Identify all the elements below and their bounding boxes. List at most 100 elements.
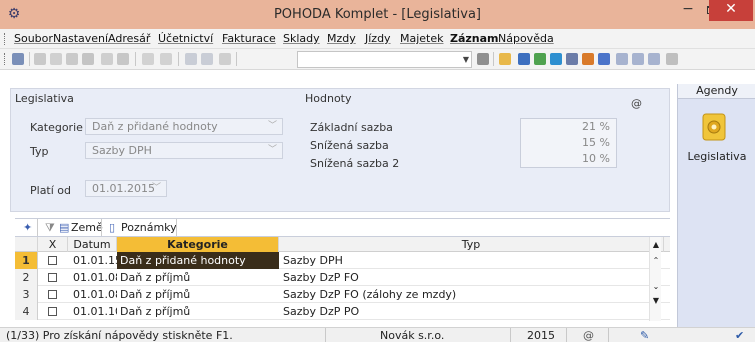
menu-napoveda[interactable]: Nápověda xyxy=(498,32,554,45)
toolbar-blue-icon[interactable] xyxy=(518,53,530,65)
hodnoty-value: 21 % xyxy=(582,120,610,133)
column-header-typ[interactable]: Typ xyxy=(279,237,664,252)
close-button[interactable]: ✕ xyxy=(709,0,753,21)
menu-ucetnictvi[interactable]: Účetnictví xyxy=(158,32,213,45)
toolbar-folder-icon[interactable] xyxy=(499,53,511,65)
tab-poznamky-icon: ▯ xyxy=(109,221,116,234)
menu-sklady[interactable]: Sklady xyxy=(283,32,320,45)
minimize-button[interactable]: − xyxy=(677,0,699,21)
row-number: 4 xyxy=(15,303,38,320)
toolbar-separator xyxy=(493,52,494,66)
scroll-first-icon[interactable]: ▲ xyxy=(650,239,662,251)
chevron-down-icon: ﹀ xyxy=(267,121,277,131)
tab-zeme[interactable]: Země xyxy=(71,221,103,234)
cell-kategorie: Daň z příjmů xyxy=(120,305,191,318)
toolbar-filter-icon[interactable] xyxy=(477,53,489,65)
row-checkbox[interactable] xyxy=(48,290,57,299)
toolbar-undo-icon[interactable] xyxy=(219,53,231,65)
menu-zaznam[interactable]: Záznam xyxy=(450,32,499,45)
status-help-text: (1/33) Pro získání nápovědy stiskněte F1… xyxy=(6,329,233,342)
toolbar-first-icon[interactable] xyxy=(12,53,24,65)
column-header-kategorie[interactable]: Kategorie xyxy=(117,237,279,252)
table-row[interactable]: 1 01.01.15 Daň z přidané hodnoty Sazby D… xyxy=(15,252,670,269)
toolbar-grid-icon[interactable] xyxy=(550,53,562,65)
toolbar-separator xyxy=(236,52,237,66)
kategorie-label: Kategorie xyxy=(30,121,83,134)
tab-filter-icon[interactable]: ⧩ xyxy=(45,221,55,235)
menu-jizdy[interactable]: Jízdy xyxy=(365,32,391,45)
toolbar-save-all-icon[interactable] xyxy=(201,53,213,65)
toolbar-edit-icon[interactable] xyxy=(117,53,129,65)
title-bar: ⚙ POHODA Komplet - [Legislativa] − ✕ xyxy=(0,0,755,29)
toolbar-table-icon[interactable] xyxy=(566,53,578,65)
plati-od-combo[interactable]: 01.01.2015 ﹀ xyxy=(85,180,167,197)
menu-soubor[interactable]: Soubor xyxy=(14,32,53,45)
toolbar-grip-handle[interactable] xyxy=(4,53,7,65)
toolbar-orange-icon[interactable] xyxy=(582,53,594,65)
toolbar-filter-combo[interactable]: ▼ xyxy=(297,51,472,68)
toolbar-document-icon[interactable] xyxy=(101,53,113,65)
hodnoty-values-box: 21 % 15 % 10 % xyxy=(520,118,617,168)
status-pen-icon[interactable]: ✎ xyxy=(640,329,649,342)
tab-poznamky[interactable]: Poznámky xyxy=(121,221,177,234)
column-header-x[interactable]: X xyxy=(38,237,68,252)
toolbar-view2-icon[interactable] xyxy=(632,53,644,65)
menu-grip-handle[interactable] xyxy=(4,33,7,45)
status-bar: (1/33) Pro získání nápovědy stiskněte F1… xyxy=(0,327,755,342)
status-check-icon[interactable]: ✔ xyxy=(735,329,744,342)
menu-nastaveni[interactable]: Nastavení xyxy=(53,32,108,45)
window-title: POHODA Komplet - [Legislativa] xyxy=(273,7,482,22)
scroll-down-icon[interactable]: ⌄ xyxy=(650,281,662,293)
kategorie-combo[interactable]: Daň z přidané hodnoty ﹀ xyxy=(85,118,283,135)
menu-fakturace[interactable]: Fakturace xyxy=(222,32,276,45)
table-scrollbar[interactable]: ▲ ⌃ ⌄ ▼ xyxy=(649,237,661,321)
typ-value: Sazby DPH xyxy=(92,144,152,157)
toolbar-find-icon[interactable] xyxy=(66,53,78,65)
at-icon[interactable]: @ xyxy=(631,97,643,110)
column-header-datum[interactable]: Datum xyxy=(68,237,117,252)
cell-kategorie: Daň z přidané hodnoty xyxy=(117,252,279,269)
detail-tabs-bar: ✦ ⧩ ▤ Země ▯ Poznámky xyxy=(15,218,670,237)
toolbar-green-icon[interactable] xyxy=(534,53,546,65)
scroll-up-icon[interactable]: ⌃ xyxy=(650,255,662,267)
menu-adresar[interactable]: Adresář xyxy=(108,32,150,45)
tab-separator xyxy=(37,219,38,236)
cell-typ: Sazby DzP FO xyxy=(283,271,359,284)
status-separator xyxy=(325,328,326,342)
cell-datum: 01.01.08 xyxy=(73,271,117,284)
toolbar-view3-icon[interactable] xyxy=(648,53,660,65)
toolbar-add-icon[interactable] xyxy=(142,53,154,65)
menu-majetek[interactable]: Majetek xyxy=(400,32,444,45)
cell-typ: Sazby DPH xyxy=(283,254,343,267)
agendy-panel: Agendy Legislativa xyxy=(677,84,755,327)
toolbar-save-icon[interactable] xyxy=(185,53,197,65)
typ-combo[interactable]: Sazby DPH ﹀ xyxy=(85,142,283,159)
menu-mzdy[interactable]: Mzdy xyxy=(327,32,356,45)
status-separator xyxy=(566,328,567,342)
toolbar-ban-icon[interactable] xyxy=(598,53,610,65)
cell-datum: 01.01.08 xyxy=(73,288,117,301)
legislativa-agenda-icon[interactable] xyxy=(698,111,730,143)
tab-pin-icon[interactable]: ✦ xyxy=(23,221,32,234)
table-row[interactable]: 4 01.01.10 Daň z příjmů Sazby DzP PO xyxy=(15,303,670,320)
table-row[interactable]: 3 01.01.08 Daň z příjmů Sazby DzP FO (zá… xyxy=(15,286,670,303)
chevron-down-icon: ﹀ xyxy=(267,145,277,155)
toolbar-tools-icon[interactable] xyxy=(666,53,678,65)
toolbar-view1-icon[interactable] xyxy=(616,53,628,65)
legislativa-agenda-label[interactable]: Legislativa xyxy=(678,150,755,163)
table-row[interactable]: 2 01.01.08 Daň z příjmů Sazby DzP FO xyxy=(15,269,670,286)
toolbar-print-icon[interactable] xyxy=(82,53,94,65)
row-checkbox[interactable] xyxy=(48,307,57,316)
scroll-last-icon[interactable]: ▼ xyxy=(650,295,662,307)
tab-zeme-icon: ▤ xyxy=(59,221,70,234)
toolbar-new-icon[interactable] xyxy=(34,53,46,65)
status-separator xyxy=(608,328,609,342)
toolbar-remove-icon[interactable] xyxy=(160,53,172,65)
chevron-down-icon: ▼ xyxy=(462,55,469,64)
row-checkbox[interactable] xyxy=(48,273,57,282)
row-number-header xyxy=(15,237,38,252)
tab-separator xyxy=(101,219,102,236)
toolbar-copy-icon[interactable] xyxy=(50,53,62,65)
row-checkbox[interactable] xyxy=(48,256,57,265)
row-number: 2 xyxy=(15,269,38,286)
